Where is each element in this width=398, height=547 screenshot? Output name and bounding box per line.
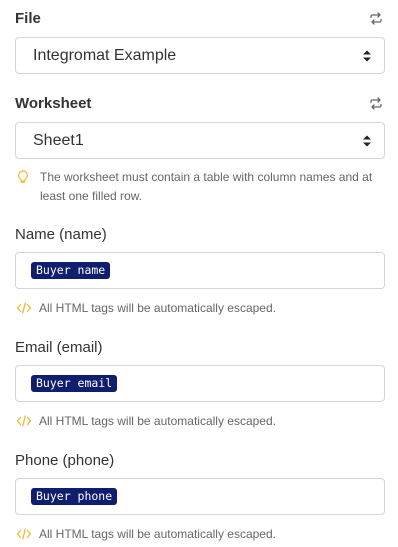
worksheet-field: Worksheet Sheet1 The worksheet must cont…: [15, 93, 385, 208]
phone-input[interactable]: Buyer phone: [15, 478, 385, 515]
file-label: File: [15, 9, 41, 27]
email-hint-text: All HTML tags will be automatically esca…: [39, 414, 276, 428]
file-field: File Integromat Example: [15, 8, 385, 78]
phone-hint: All HTML tags will be automatically esca…: [15, 525, 385, 544]
phone-label-row: Phone (phone): [15, 450, 385, 470]
name-input[interactable]: Buyer name: [15, 252, 385, 289]
worksheet-hint-text: The worksheet must contain a table with …: [40, 170, 373, 203]
refresh-icon[interactable]: [369, 11, 383, 25]
name-mapped-value-pill[interactable]: Buyer name: [31, 262, 111, 279]
worksheet-hint: The worksheet must contain a table with …: [15, 168, 385, 206]
email-field: Email (email) Buyer email All HTML tags …: [15, 337, 385, 432]
code-icon: [16, 525, 32, 544]
name-field: Name (name) Buyer name All HTML tags wil…: [15, 224, 385, 319]
file-select[interactable]: Integromat Example: [15, 37, 385, 74]
select-caret-icon: [362, 134, 372, 148]
phone-mapped-value-pill[interactable]: Buyer phone: [31, 488, 118, 505]
phone-field: Phone (phone) Buyer phone All HTML tags …: [15, 450, 385, 545]
email-label-row: Email (email): [15, 337, 385, 357]
email-label: Email (email): [15, 338, 103, 356]
worksheet-label-row: Worksheet: [15, 93, 385, 113]
email-hint: All HTML tags will be automatically esca…: [15, 412, 385, 431]
name-hint-text: All HTML tags will be automatically esca…: [39, 301, 276, 315]
phone-label: Phone (phone): [15, 451, 115, 469]
phone-hint-text: All HTML tags will be automatically esca…: [39, 527, 276, 541]
file-label-row: File: [15, 8, 385, 28]
name-label-row: Name (name): [15, 224, 385, 244]
name-label: Name (name): [15, 225, 107, 243]
worksheet-label: Worksheet: [15, 94, 92, 112]
code-icon: [16, 299, 32, 318]
email-input[interactable]: Buyer email: [15, 365, 385, 402]
worksheet-select-value: Sheet1: [33, 131, 84, 149]
name-hint: All HTML tags will be automatically esca…: [15, 299, 385, 318]
select-caret-icon: [362, 49, 372, 63]
lightbulb-icon: [17, 168, 31, 206]
file-select-value: Integromat Example: [33, 46, 177, 64]
refresh-icon[interactable]: [369, 96, 383, 110]
code-icon: [16, 412, 32, 431]
worksheet-select[interactable]: Sheet1: [15, 122, 385, 159]
email-mapped-value-pill[interactable]: Buyer email: [31, 375, 118, 392]
